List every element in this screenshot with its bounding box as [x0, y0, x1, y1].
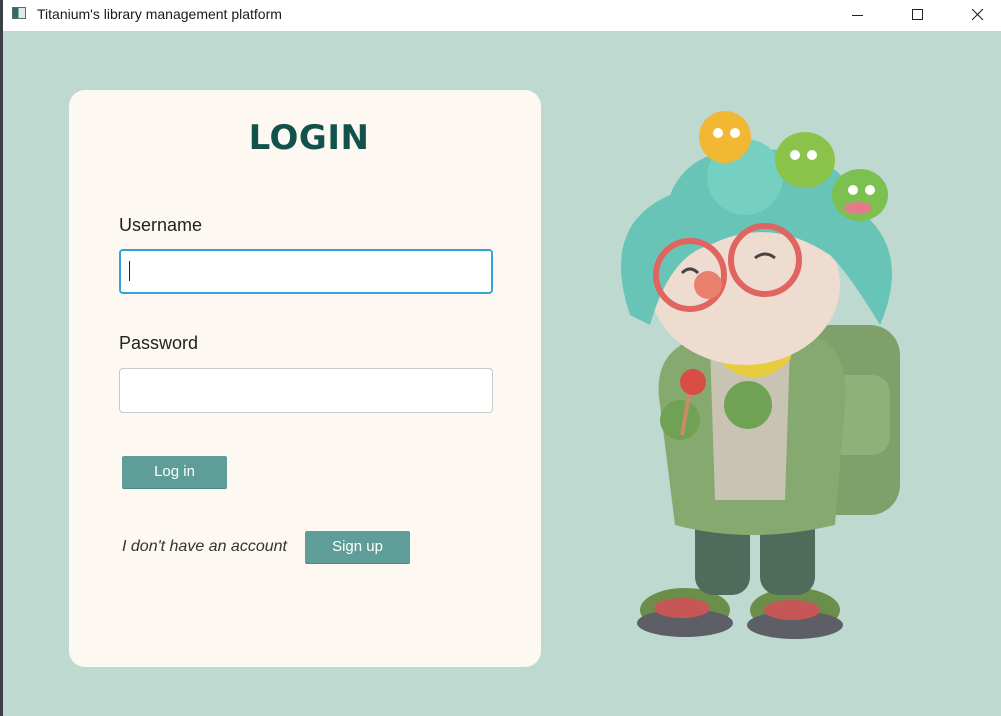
username-input[interactable]: [119, 249, 493, 294]
mascot-illustration: [621, 111, 900, 639]
signup-button[interactable]: Sign up: [305, 531, 410, 564]
maximize-button[interactable]: [895, 0, 941, 30]
app-window: Titanium's library management platform L…: [0, 0, 1001, 716]
window-title: Titanium's library management platform: [37, 6, 282, 22]
no-account-text: I don't have an account: [122, 538, 287, 555]
app-icon: [12, 7, 26, 19]
close-button[interactable]: [955, 0, 1001, 30]
maximize-icon: [912, 9, 923, 20]
close-icon: [972, 9, 984, 21]
text-caret: [129, 261, 130, 281]
username-label: Username: [119, 215, 203, 235]
minimize-icon: [852, 15, 863, 16]
password-label: Password: [119, 333, 199, 353]
login-heading: LOGIN: [248, 118, 370, 158]
password-input[interactable]: [119, 368, 493, 413]
minimize-button[interactable]: [835, 0, 881, 30]
login-button[interactable]: Log in: [122, 456, 227, 489]
title-bar[interactable]: Titanium's library management platform: [3, 0, 1001, 31]
window-edge: [0, 0, 3, 716]
login-card: LOGIN Username Password Log in I don't h…: [69, 90, 541, 667]
